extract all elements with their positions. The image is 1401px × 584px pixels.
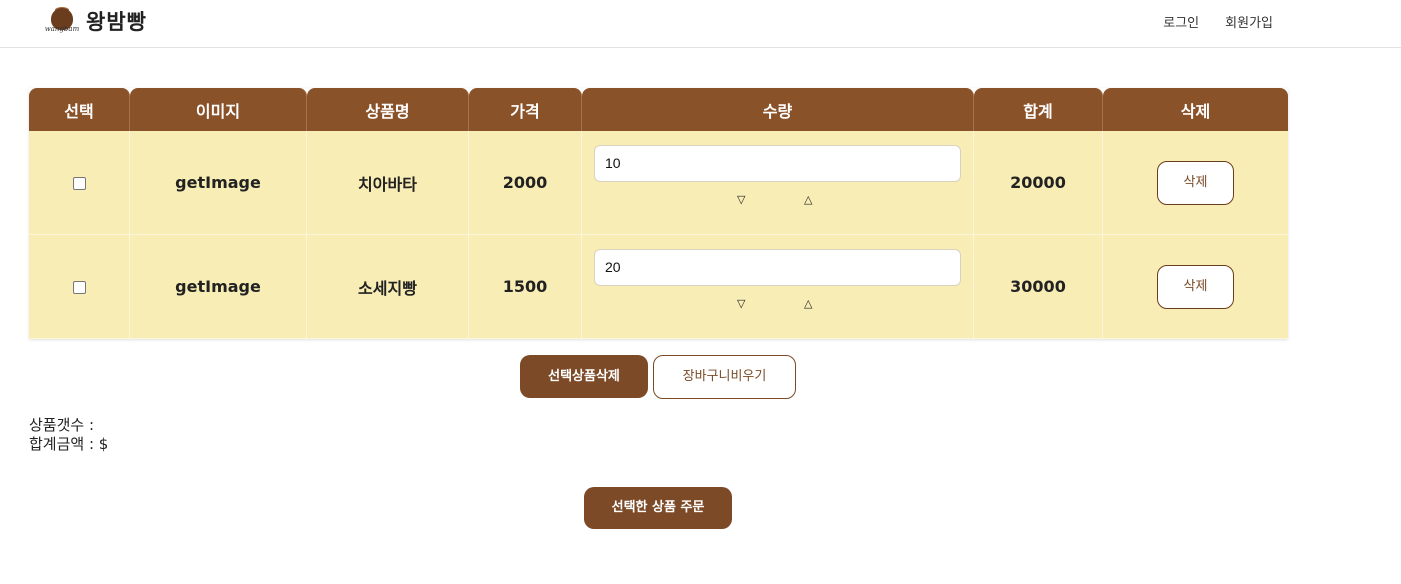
row-checkbox[interactable] <box>72 177 86 190</box>
decrease-quantity-icon[interactable]: ▽ <box>737 297 745 310</box>
header-quantity: 수량 <box>582 88 974 131</box>
brand-logo[interactable]: wangbam 왕밤빵 <box>44 6 147 36</box>
cart-summary: 상품갯수 : 합계금액 : $ <box>29 416 108 454</box>
decrease-quantity-icon[interactable]: ▽ <box>737 193 745 206</box>
select-cell <box>29 235 130 339</box>
quantity-input[interactable]: 10 <box>594 144 961 182</box>
row-checkbox[interactable] <box>72 281 86 294</box>
table-row: getImage 치아바타 2000 10 ▽ △ 20000 삭제 <box>29 131 1288 235</box>
signup-link[interactable]: 회원가입 <box>1225 12 1273 31</box>
increase-quantity-icon[interactable]: △ <box>804 193 812 206</box>
quantity-cell: 20 ▽ △ <box>582 235 974 339</box>
product-total: 30000 <box>974 235 1103 339</box>
delete-cell: 삭제 <box>1103 131 1288 235</box>
header-total: 합계 <box>974 88 1103 131</box>
brand-name: 왕밤빵 <box>86 10 147 34</box>
header-image: 이미지 <box>130 88 307 131</box>
delete-cell: 삭제 <box>1103 235 1288 339</box>
cart-actions: 선택상품삭제 장바구니비우기 <box>520 355 796 399</box>
clear-cart-button[interactable]: 장바구니비우기 <box>653 355 796 399</box>
product-price: 1500 <box>469 235 582 339</box>
product-name: 소세지빵 <box>307 235 469 339</box>
increase-quantity-icon[interactable]: △ <box>804 297 812 310</box>
select-cell <box>29 131 130 235</box>
order-selected-button[interactable]: 선택한 상품 주문 <box>584 487 732 529</box>
table-header-row: 선택 이미지 상품명 가격 수량 합계 삭제 <box>29 88 1288 131</box>
logo-script-text: wangbam <box>44 25 80 33</box>
delete-item-button[interactable]: 삭제 <box>1157 264 1234 309</box>
product-image: getImage <box>130 131 307 235</box>
cart-table: 선택 이미지 상품명 가격 수량 합계 삭제 getImage 치아바타 200… <box>29 88 1288 339</box>
delete-selected-button[interactable]: 선택상품삭제 <box>520 355 648 398</box>
item-count-label: 상품갯수 : <box>29 416 95 434</box>
header-select: 선택 <box>29 88 130 131</box>
product-name: 치아바타 <box>307 131 469 235</box>
total-amount-label: 합계금액 : $ <box>29 435 109 453</box>
delete-item-button[interactable]: 삭제 <box>1157 160 1234 205</box>
quantity-input[interactable]: 20 <box>594 248 961 286</box>
header-price: 가격 <box>469 88 582 131</box>
header-delete: 삭제 <box>1103 88 1288 131</box>
product-price: 2000 <box>469 131 582 235</box>
top-navbar: wangbam 왕밤빵 로그인 회원가입 <box>0 0 1401 48</box>
quantity-cell: 10 ▽ △ <box>582 131 974 235</box>
product-image: getImage <box>130 235 307 339</box>
table-row: getImage 소세지빵 1500 20 ▽ △ 30000 삭제 <box>29 235 1288 339</box>
login-link[interactable]: 로그인 <box>1163 12 1199 31</box>
quantity-stepper: 20 ▽ △ <box>594 245 961 329</box>
product-total: 20000 <box>974 131 1103 235</box>
quantity-stepper: 10 ▽ △ <box>594 141 961 225</box>
header-product-name: 상품명 <box>307 88 469 131</box>
chestnut-icon: wangbam <box>44 7 80 35</box>
user-nav: 로그인 회원가입 <box>1163 12 1273 31</box>
